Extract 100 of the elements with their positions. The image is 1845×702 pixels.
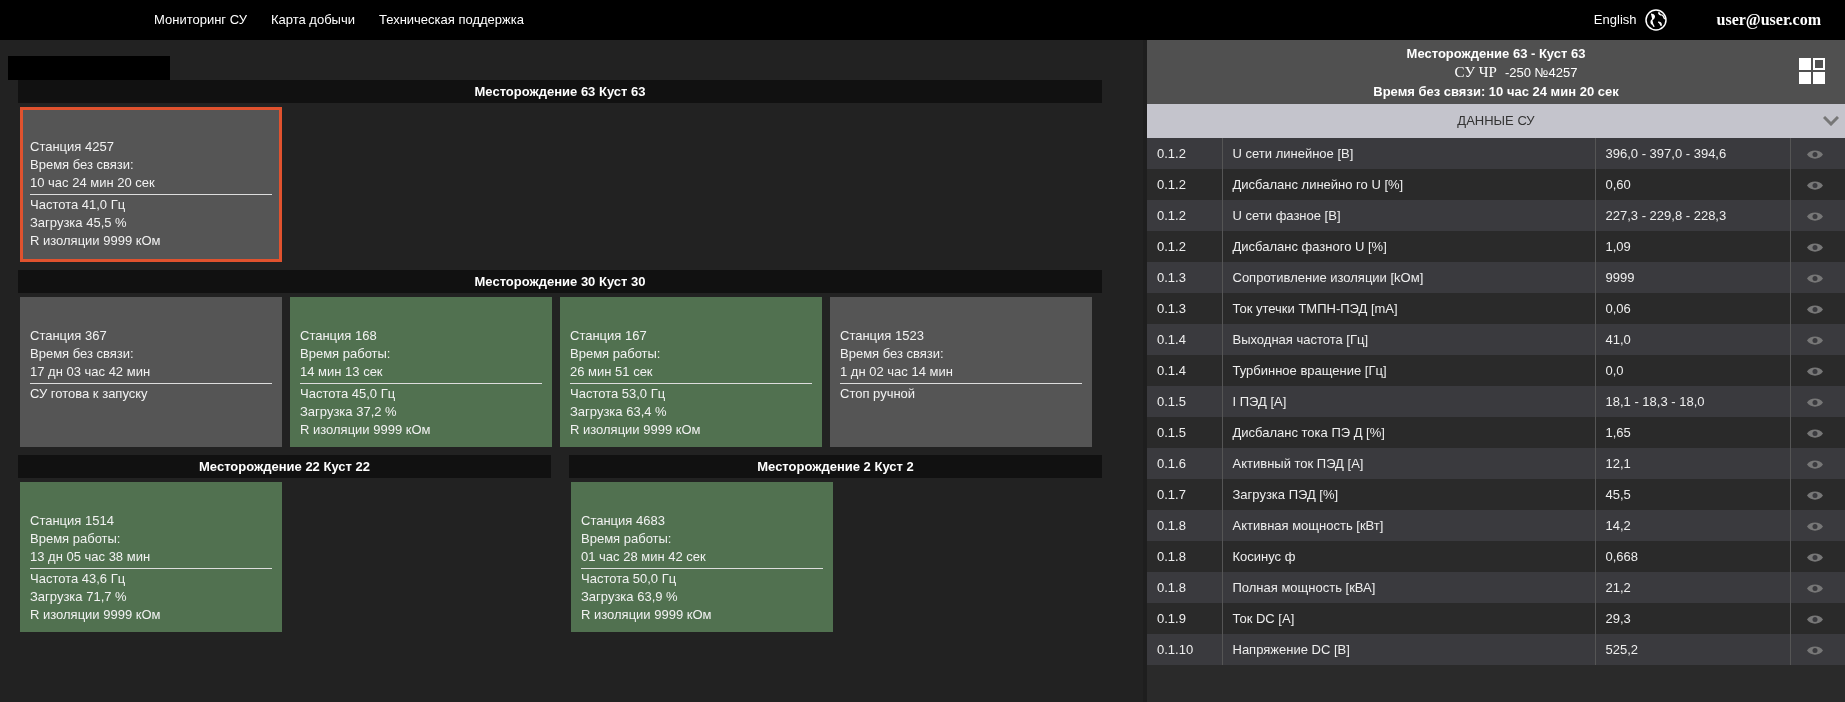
station-detail: Загрузка 37,2 %	[300, 403, 398, 421]
station-card[interactable]: Станция 167 Время работы: 26 мин 51 сек Частота 53,0 Гц Загрузка 63,4 % R изоляции 9999 кОм	[560, 297, 822, 447]
param-value: 18,1 - 18,3 - 18,0	[1595, 386, 1790, 417]
param-name: Ток DC [А]	[1222, 603, 1595, 634]
station-detail: Частота 45,0 Гц	[300, 385, 397, 403]
param-code: 0.1.4	[1147, 324, 1222, 355]
param-value: 29,3	[1595, 603, 1790, 634]
station-detail: Частота 53,0 Гц	[570, 385, 667, 403]
time-value: 26 мин 51 сек	[570, 363, 654, 381]
eye-icon[interactable]	[1806, 303, 1823, 315]
param-code: 0.1.5	[1147, 386, 1222, 417]
globe-icon[interactable]	[1644, 9, 1667, 31]
time-value: 17 дн 03 час 42 мин	[30, 363, 152, 381]
station-card[interactable]: Станция 168 Время работы: 14 мин 13 сек Частота 45,0 Гц Загрузка 37,2 % R изоляции 9999 кОм	[290, 297, 552, 447]
param-code: 0.1.8	[1147, 541, 1222, 572]
group-header: Месторождение 63 Куст 63	[18, 80, 1102, 103]
station-name: Станция 4683	[581, 512, 666, 530]
param-code: 0.1.2	[1147, 138, 1222, 169]
param-name: Полная мощность [кВА]	[1222, 572, 1595, 603]
station-detail: Загрузка 45,5 %	[30, 214, 128, 232]
group-header: Месторождение 22 Куст 22	[18, 455, 551, 478]
param-value: 0,06	[1595, 293, 1790, 324]
station-detail: R изоляции 9999 кОм	[30, 606, 162, 624]
nav-link-item[interactable]: Техническая поддержка	[379, 10, 524, 30]
grid-view-icon[interactable]	[1799, 58, 1825, 84]
device-type: СУ ЧР	[1454, 62, 1497, 82]
param-value: 227,3 - 229,8 - 228,3	[1595, 200, 1790, 231]
time-value: 13 дн 05 час 38 мин	[30, 548, 152, 566]
time-label: Время работы:	[300, 345, 392, 363]
param-value: 525,2	[1595, 634, 1790, 665]
param-value: 0,0	[1595, 355, 1790, 386]
station-card[interactable]: Станция 4683 Время работы: 01 час 28 мин 42 сек Частота 50,0 Гц Загрузка 63,9 % R изоляции 9999 кОм	[571, 482, 833, 632]
eye-icon[interactable]	[1806, 148, 1823, 160]
param-name: Загрузка ПЭД [%]	[1222, 479, 1595, 510]
param-value: 396,0 - 397,0 - 394,6	[1595, 138, 1790, 169]
section-header[interactable]: ДАННЫЕ СУ	[1147, 104, 1845, 138]
param-value: 0,60	[1595, 169, 1790, 200]
param-name: Дисбаланс линейно го U [%]	[1222, 169, 1595, 200]
time-label: Время работы:	[30, 530, 122, 548]
user-account-link[interactable]: user@user.com	[1716, 8, 1821, 32]
panel-title: Месторождение 63 - Куст 63	[1406, 44, 1586, 63]
param-value: 12,1	[1595, 448, 1790, 479]
station-name: Станция 1514	[30, 512, 115, 530]
param-code: 0.1.3	[1147, 262, 1222, 293]
station-detail: Загрузка 63,4 %	[570, 403, 668, 421]
station-detail: Частота 50,0 Гц	[581, 570, 678, 588]
time-label: Время без связи:	[30, 156, 135, 174]
param-code: 0.1.8	[1147, 510, 1222, 541]
param-name: Ток утечки ТМПН-ПЭД [mA]	[1222, 293, 1595, 324]
nav-link-item[interactable]: Мониторинг СУ	[154, 10, 247, 30]
param-name: Напряжение DC [В]	[1222, 634, 1595, 665]
status-line: Время без связи: 10 час 24 мин 20 сек	[1373, 82, 1619, 101]
param-name: Активный ток ПЭД [А]	[1222, 448, 1595, 479]
param-value: 14,2	[1595, 510, 1790, 541]
station-card[interactable]: Станция 4257 Время без связи: 10 час 24 мин 20 сек Частота 41,0 Гц Загрузка 45,5 % R изоляции 9999 кОм	[20, 107, 282, 262]
param-name: Активная мощность [кВт]	[1222, 510, 1595, 541]
time-value: 10 час 24 мин 20 сек	[30, 174, 156, 192]
eye-icon[interactable]	[1806, 520, 1823, 532]
eye-icon[interactable]	[1806, 179, 1823, 191]
eye-icon[interactable]	[1806, 644, 1823, 656]
station-card[interactable]: Станция 1514 Время работы: 13 дн 05 час 38 мин Частота 43,6 Гц Загрузка 71,7 % R изоляции 9999 кОм	[20, 482, 282, 632]
param-value: 41,0	[1595, 324, 1790, 355]
eye-icon[interactable]	[1806, 210, 1823, 222]
nav-link-item[interactable]: Карта добычи	[270, 10, 355, 30]
station-detail: Частота 41,0 Гц	[30, 196, 127, 214]
param-name: Косинус ф	[1222, 541, 1595, 572]
eye-icon[interactable]	[1806, 396, 1823, 408]
station-name: Станция 4257	[30, 138, 115, 156]
time-label: Время без связи:	[30, 345, 135, 363]
param-code: 0.1.6	[1147, 448, 1222, 479]
eye-icon[interactable]	[1806, 365, 1823, 377]
station-name: Станция 167	[570, 327, 648, 345]
language-link[interactable]: English	[1593, 10, 1637, 30]
param-code: 0.1.5	[1147, 417, 1222, 448]
param-code: 0.1.8	[1147, 572, 1222, 603]
eye-icon[interactable]	[1806, 458, 1823, 470]
station-card[interactable]: Станция 367 Время без связи: 17 дн 03 час 42 мин СУ готова к запуску	[20, 297, 282, 447]
eye-icon[interactable]	[1806, 582, 1823, 594]
time-value: 14 мин 13 сек	[300, 363, 384, 381]
param-name: Выходная частота [Гц]	[1222, 324, 1595, 355]
eye-icon[interactable]	[1806, 272, 1823, 284]
time-value: 1 дн 02 час 14 мин	[840, 363, 954, 381]
param-name: U сети линейное [В]	[1222, 138, 1595, 169]
eye-icon[interactable]	[1806, 489, 1823, 501]
param-code: 0.1.3	[1147, 293, 1222, 324]
eye-icon[interactable]	[1806, 241, 1823, 253]
eye-icon[interactable]	[1806, 613, 1823, 625]
chevron-down-icon	[1823, 116, 1839, 126]
param-code: 0.1.2	[1147, 169, 1222, 200]
eye-icon[interactable]	[1806, 427, 1823, 439]
param-code: 0.1.10	[1147, 634, 1222, 665]
station-name: Станция 367	[30, 327, 108, 345]
param-name: Дисбаланс тока ПЭ Д [%]	[1222, 417, 1595, 448]
station-card[interactable]: Станция 1523 Время без связи: 1 дн 02 час 14 мин Стоп ручной	[830, 297, 1092, 447]
param-name: Дисбаланс фазного U [%]	[1222, 231, 1595, 262]
eye-icon[interactable]	[1806, 551, 1823, 563]
station-detail: R изоляции 9999 кОм	[30, 232, 162, 250]
eye-icon[interactable]	[1806, 334, 1823, 346]
param-value: 0,668	[1595, 541, 1790, 572]
param-name: Сопротивление изоляции [kОм]	[1222, 262, 1595, 293]
